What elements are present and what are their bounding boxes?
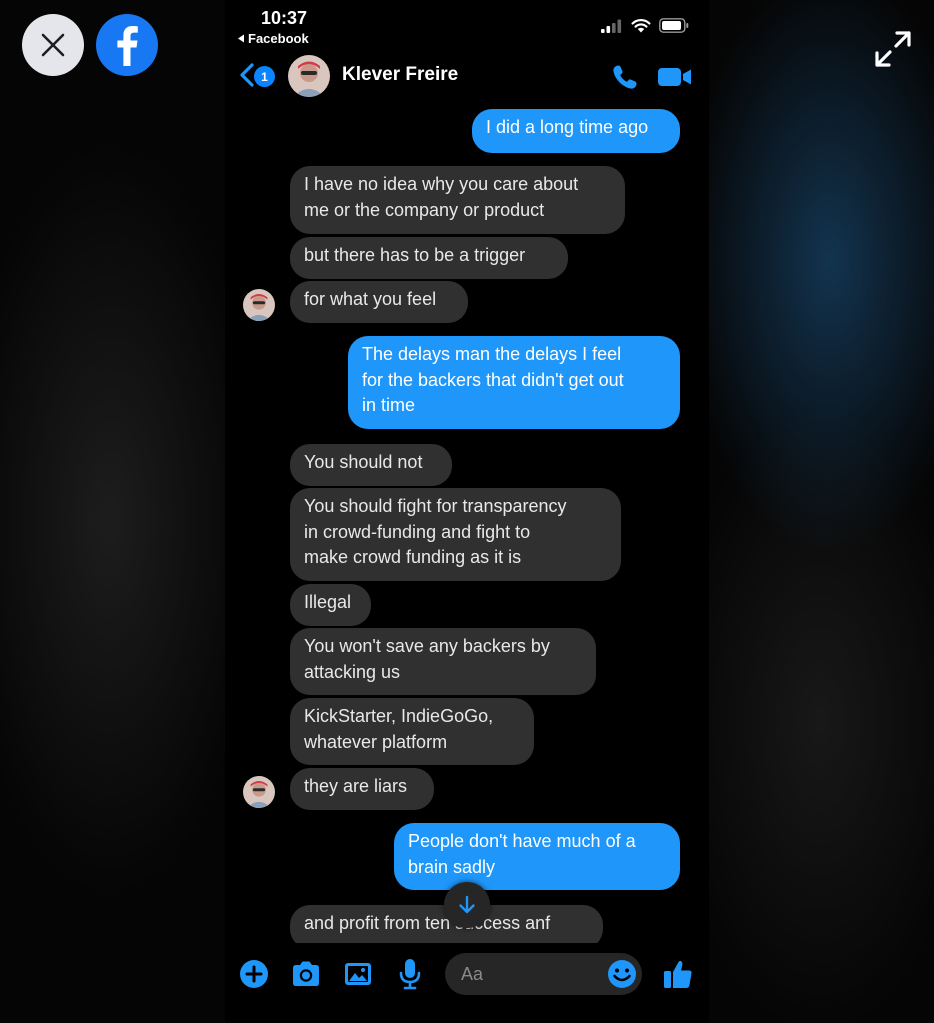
battery-icon	[659, 18, 689, 33]
plus-button[interactable]	[237, 957, 271, 991]
back-triangle-icon	[238, 34, 244, 43]
wifi-icon	[631, 19, 651, 33]
message-outgoing[interactable]: The delays man the delays I feel for the…	[348, 336, 680, 429]
back-to-app-link[interactable]: Facebook	[237, 31, 309, 46]
camera-icon	[293, 961, 319, 986]
thumbs-up-icon	[664, 960, 692, 988]
microphone-button[interactable]	[393, 957, 427, 991]
gallery-icon	[345, 963, 371, 985]
messenger-screenshot: 10:37 Facebook 1 Klever Freire I did a l…	[225, 0, 709, 1023]
avatar-image	[243, 776, 275, 808]
scroll-to-bottom-button[interactable]	[444, 882, 490, 928]
plus-icon	[240, 960, 268, 988]
message-incoming[interactable]: You won't save any backers by attacking …	[290, 628, 596, 695]
facebook-button[interactable]	[96, 14, 158, 76]
gallery-button[interactable]	[341, 957, 375, 991]
avatar-image	[288, 55, 330, 97]
arrow-down-icon	[459, 895, 475, 914]
message-incoming[interactable]: Illegal	[290, 584, 371, 626]
unread-count-badge: 1	[254, 66, 275, 87]
message-incoming[interactable]: but there has to be a trigger	[290, 237, 568, 279]
status-icons	[601, 18, 689, 33]
sender-avatar[interactable]	[243, 776, 275, 808]
camera-button[interactable]	[289, 957, 323, 991]
contact-name[interactable]: Klever Freire	[342, 64, 458, 86]
back-app-label: Facebook	[248, 31, 309, 46]
message-composer	[225, 943, 709, 1023]
close-icon	[41, 33, 65, 57]
close-button[interactable]	[22, 14, 84, 76]
phone-call-icon[interactable]	[609, 61, 641, 93]
message-incoming[interactable]: for what you feel	[290, 281, 468, 323]
signal-icon	[601, 19, 622, 33]
conversation-header: 1 Klever Freire	[225, 50, 709, 102]
avatar-image	[243, 289, 275, 321]
contact-avatar[interactable]	[288, 55, 330, 97]
message-incoming[interactable]: I have no idea why you care about me or …	[290, 166, 625, 234]
message-incoming[interactable]: You should fight for transparency in cro…	[290, 488, 621, 581]
expand-button[interactable]	[868, 26, 918, 72]
emoji-icon[interactable]	[606, 958, 638, 990]
facebook-icon	[117, 26, 138, 66]
message-incoming[interactable]: You should not	[290, 444, 452, 486]
expand-icon	[875, 31, 911, 67]
message-outgoing[interactable]: I did a long time ago	[472, 109, 680, 153]
microphone-icon	[399, 959, 421, 990]
video-call-icon[interactable]	[657, 63, 693, 91]
like-button[interactable]	[661, 957, 695, 991]
message-incoming[interactable]: they are liars	[290, 768, 434, 810]
message-outgoing[interactable]: People don't have much of a brain sadly	[394, 823, 680, 890]
status-time: 10:37	[261, 8, 308, 28]
message-incoming[interactable]: KickStarter, IndieGoGo, whatever platfor…	[290, 698, 534, 765]
sender-avatar[interactable]	[243, 289, 275, 321]
